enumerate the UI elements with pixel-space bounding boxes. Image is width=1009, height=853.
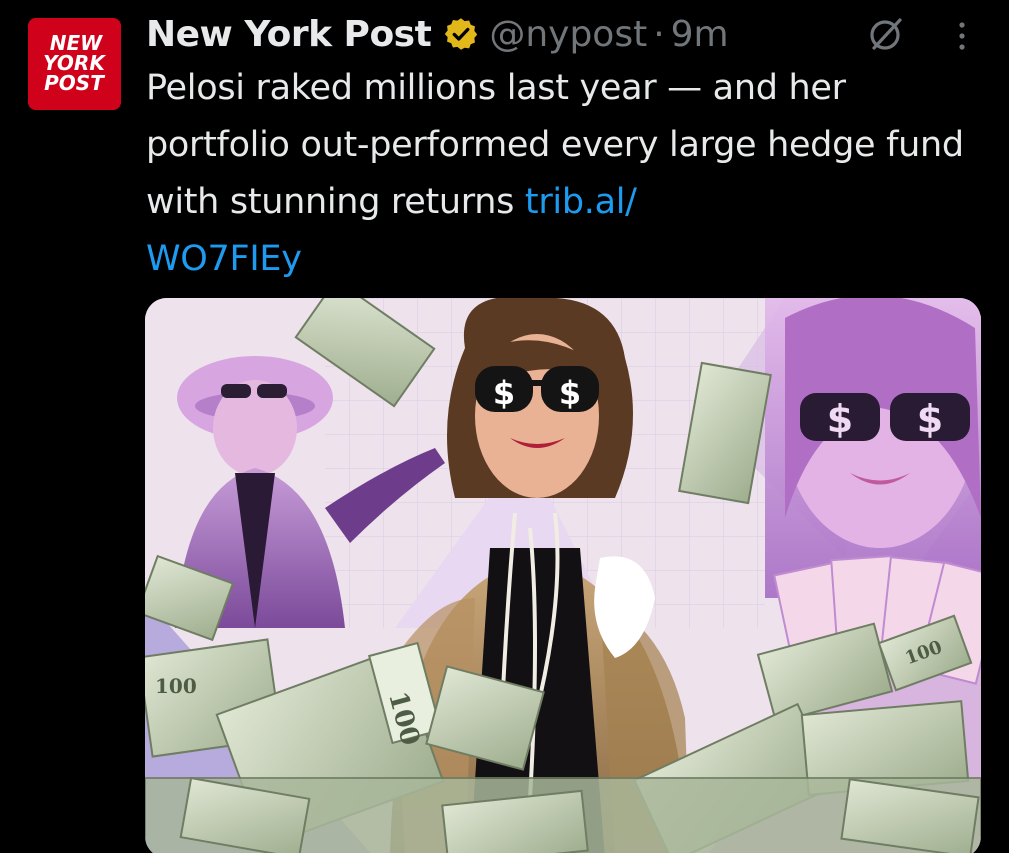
avatar[interactable]: NEW YORK POST [28, 18, 121, 110]
avatar-line-3: POST [44, 71, 105, 95]
grok-icon[interactable] [866, 14, 906, 54]
author-name[interactable]: New York Post [146, 14, 432, 55]
verified-badge-icon[interactable] [443, 16, 479, 52]
center-glasses-dollar-2: $ [559, 374, 581, 412]
tweet[interactable]: NEW YORK POST New York Post @nypost · 9m… [0, 0, 1009, 853]
author-handle[interactable]: @nypost [489, 14, 647, 55]
pelosi-money-collage-image: $ $ $ $ 100 100 100 [145, 298, 981, 853]
nypost-logo-icon: NEW YORK POST [28, 18, 121, 110]
tweet-image[interactable]: $ $ $ $ 100 100 100 [145, 298, 981, 853]
tweet-text: Pelosi raked millions last year — and he… [146, 60, 986, 288]
right-glasses-dollar: $ [827, 397, 853, 441]
right-glasses-dollar-2: $ [917, 397, 943, 441]
tweet-link-part2[interactable]: WO7FIEy [146, 239, 302, 279]
center-glasses-dollar: $ [493, 374, 515, 412]
timestamp[interactable]: 9m [671, 14, 729, 55]
tweet-header: New York Post @nypost · 9m [146, 10, 729, 58]
separator-dot: · [653, 13, 665, 55]
more-options-icon[interactable] [952, 18, 972, 54]
bill-label-2: 100 [155, 674, 197, 698]
tweet-link-part1[interactable]: trib.al/ [525, 182, 637, 222]
